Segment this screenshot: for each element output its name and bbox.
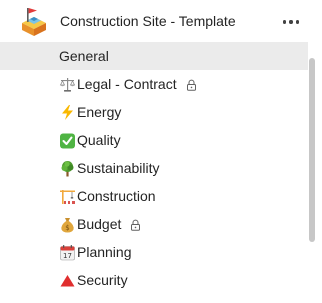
check-mark-button-icon bbox=[59, 132, 76, 149]
construction-crane-icon bbox=[59, 188, 76, 205]
red-triangle-icon bbox=[59, 272, 76, 289]
deciduous-tree-icon bbox=[59, 160, 76, 177]
lock-icon bbox=[186, 78, 197, 91]
channel-security[interactable]: Security bbox=[0, 266, 308, 294]
channel-budget[interactable]: $ Budget bbox=[0, 210, 308, 238]
channel-label: Sustainability bbox=[77, 160, 160, 176]
team-title: Construction Site - Template bbox=[60, 13, 236, 29]
channel-label: Security bbox=[77, 272, 128, 288]
construction-site-team-icon bbox=[18, 6, 50, 38]
channel-label: Construction bbox=[77, 188, 156, 204]
channel-list: General Legal - Contract Energy Quality … bbox=[0, 42, 308, 303]
scrollbar[interactable] bbox=[309, 58, 315, 242]
channel-sustainability[interactable]: Sustainability bbox=[0, 154, 308, 182]
more-horizontal-icon bbox=[282, 20, 287, 24]
channel-construction[interactable]: Construction bbox=[0, 182, 308, 210]
channel-planning[interactable]: 17 Planning bbox=[0, 238, 308, 266]
channel-legal-contract[interactable]: Legal - Contract bbox=[0, 70, 308, 98]
svg-text:17: 17 bbox=[63, 252, 72, 260]
channel-label: General bbox=[59, 48, 109, 64]
lock-icon bbox=[130, 218, 141, 231]
channel-label: Legal - Contract bbox=[77, 76, 177, 92]
channel-quality[interactable]: Quality bbox=[0, 126, 308, 154]
money-bag-icon: $ bbox=[59, 216, 76, 233]
scales-icon bbox=[59, 76, 76, 93]
channel-label: Planning bbox=[77, 244, 132, 260]
channel-general[interactable]: General bbox=[0, 42, 308, 70]
lightning-icon bbox=[59, 104, 76, 121]
more-horizontal-icon-dot bbox=[289, 20, 293, 24]
channel-energy[interactable]: Energy bbox=[0, 98, 308, 126]
channel-label: Budget bbox=[77, 216, 122, 232]
more-horizontal-icon-dot bbox=[295, 20, 300, 24]
more-options-button[interactable] bbox=[278, 12, 304, 32]
channel-panel: Construction Site - Template General Leg… bbox=[0, 0, 322, 303]
svg-text:$: $ bbox=[65, 224, 69, 232]
team-header[interactable]: Construction Site - Template bbox=[0, 0, 322, 42]
channel-label: Quality bbox=[77, 132, 121, 148]
calendar-icon: 17 bbox=[59, 244, 76, 261]
channel-label: Energy bbox=[77, 104, 122, 120]
